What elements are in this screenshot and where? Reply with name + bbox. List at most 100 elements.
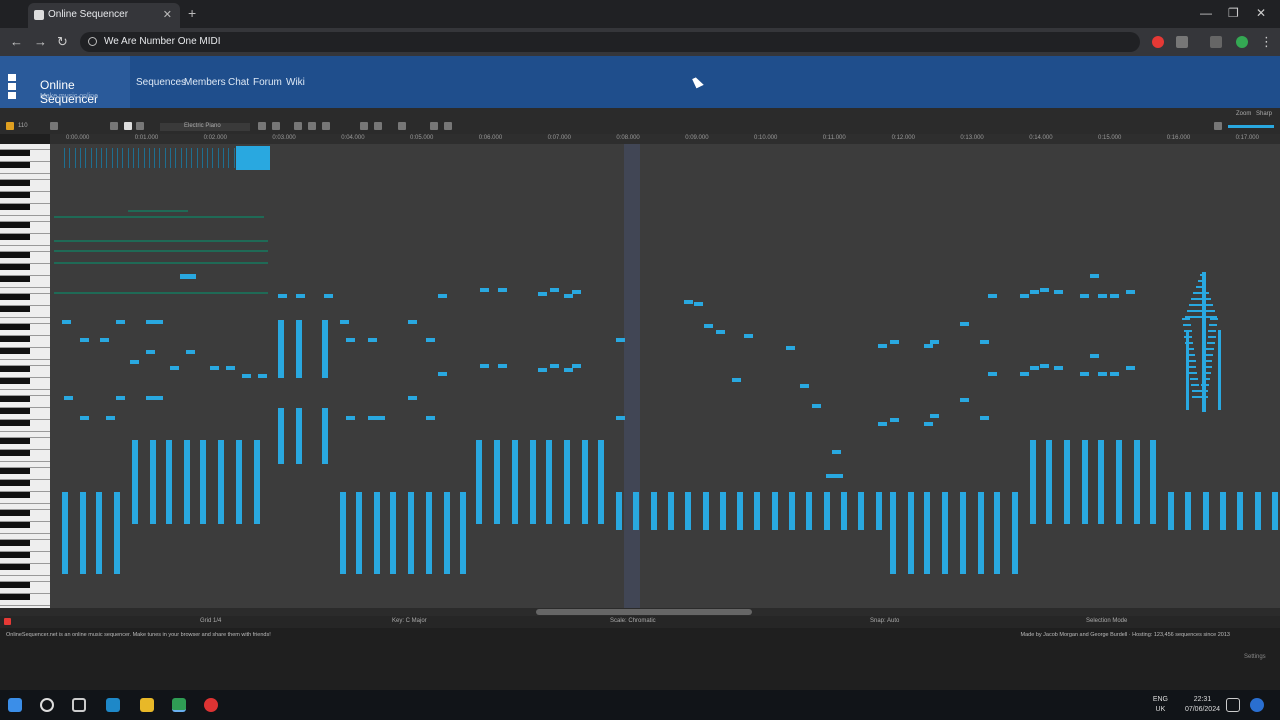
delete-instrument-icon[interactable] [272,122,280,130]
note-block[interactable] [80,492,86,574]
note-block[interactable] [233,148,235,168]
note-block[interactable] [924,422,933,426]
black-key[interactable] [0,306,30,312]
note-block[interactable] [426,416,435,420]
black-key[interactable] [0,492,30,498]
site-credits[interactable]: Made by Jacob Morgan and George Burdell … [1021,632,1230,638]
note-block[interactable] [1209,324,1218,326]
site-info-icon[interactable] [88,37,97,46]
note-block[interactable] [1030,440,1036,524]
chrome-icon[interactable] [172,698,186,712]
note-block[interactable] [128,210,188,212]
note-block[interactable] [1150,440,1156,524]
note-block[interactable] [54,262,268,264]
note-block[interactable] [426,492,432,574]
cut-icon[interactable] [294,122,302,130]
settings-gear-icon[interactable] [430,122,438,130]
note-block[interactable] [719,492,726,530]
play-icon[interactable] [6,122,14,130]
note-block[interactable] [960,322,969,326]
note-block[interactable] [242,374,251,378]
note-block[interactable] [159,148,161,168]
black-key[interactable] [0,438,30,444]
note-block[interactable] [148,148,150,168]
note-block[interactable] [812,404,821,408]
note-block[interactable] [106,148,108,168]
black-key[interactable] [0,450,30,456]
note-block[interactable] [978,492,984,574]
close-tab-icon[interactable]: ✕ [163,8,172,21]
note-block[interactable] [346,338,355,342]
black-key[interactable] [0,408,30,414]
metronome-icon[interactable] [50,122,58,130]
note-block[interactable] [1090,274,1099,278]
nav-chat[interactable]: Chat [228,77,249,88]
note-block[interactable] [236,440,242,524]
black-key[interactable] [0,564,30,570]
note-block[interactable] [200,440,206,524]
note-block[interactable] [180,148,182,168]
note-block[interactable] [96,492,102,574]
back-icon[interactable]: ← [10,34,23,49]
note-block[interactable] [346,416,355,420]
copy-icon[interactable] [308,122,316,130]
note-block[interactable] [258,374,267,378]
note-block[interactable] [1080,294,1089,298]
note-block[interactable] [210,366,219,370]
edge-browser-icon[interactable] [106,698,120,712]
note-block[interactable] [1110,372,1119,376]
note-block[interactable] [512,440,518,524]
note-block[interactable] [175,148,177,168]
url-field[interactable]: We Are Number One MIDI [80,32,1140,52]
note-block[interactable] [908,492,914,574]
note-block[interactable] [54,250,268,252]
note-block[interactable] [530,440,536,524]
instrument-select[interactable]: Electric Piano [160,123,250,131]
note-block[interactable] [942,492,948,574]
note-block[interactable] [858,492,865,530]
note-block[interactable] [988,372,997,376]
note-block[interactable] [538,292,547,296]
note-block[interactable] [80,338,89,342]
black-key[interactable] [0,480,30,486]
note-block[interactable] [616,416,625,420]
note-block[interactable] [789,492,795,530]
note-block[interactable] [438,294,447,298]
note-block[interactable] [114,492,120,574]
note-block[interactable] [994,492,1000,574]
black-key[interactable] [0,510,30,516]
bpm-value[interactable]: 110 [18,123,28,129]
note-block[interactable] [130,360,139,364]
note-block[interactable] [79,148,81,168]
note-block[interactable] [390,492,396,574]
note-block[interactable] [132,440,138,524]
note-block[interactable] [356,492,362,574]
note-block[interactable] [1182,324,1191,326]
note-block[interactable] [875,492,882,530]
nav-wiki[interactable]: Wiki [286,77,305,88]
note-block[interactable] [1080,372,1089,376]
note-block[interactable] [1116,440,1122,524]
note-block[interactable] [480,288,489,292]
volume-icon[interactable] [110,122,118,130]
note-block[interactable] [1191,390,1200,392]
volume-slider-icon[interactable] [1214,122,1222,130]
note-block[interactable] [1030,366,1039,370]
note-block[interactable] [564,368,573,372]
note-block[interactable] [226,366,235,370]
note-block[interactable] [1254,492,1261,530]
black-key[interactable] [0,468,30,474]
note-block[interactable] [127,148,129,168]
profile-avatar-icon[interactable] [1236,36,1248,48]
note-block[interactable] [1190,384,1199,386]
horizontal-scrollbar[interactable] [0,608,1280,616]
note-block[interactable] [1054,290,1063,294]
note-block[interactable] [616,338,625,342]
note-block[interactable] [1190,378,1198,380]
note-block[interactable] [186,350,195,354]
minimize-icon[interactable]: — [1200,6,1212,20]
note-block[interactable] [196,148,198,168]
note-block[interactable] [1168,492,1174,530]
black-key[interactable] [0,378,30,384]
black-key[interactable] [0,180,30,186]
